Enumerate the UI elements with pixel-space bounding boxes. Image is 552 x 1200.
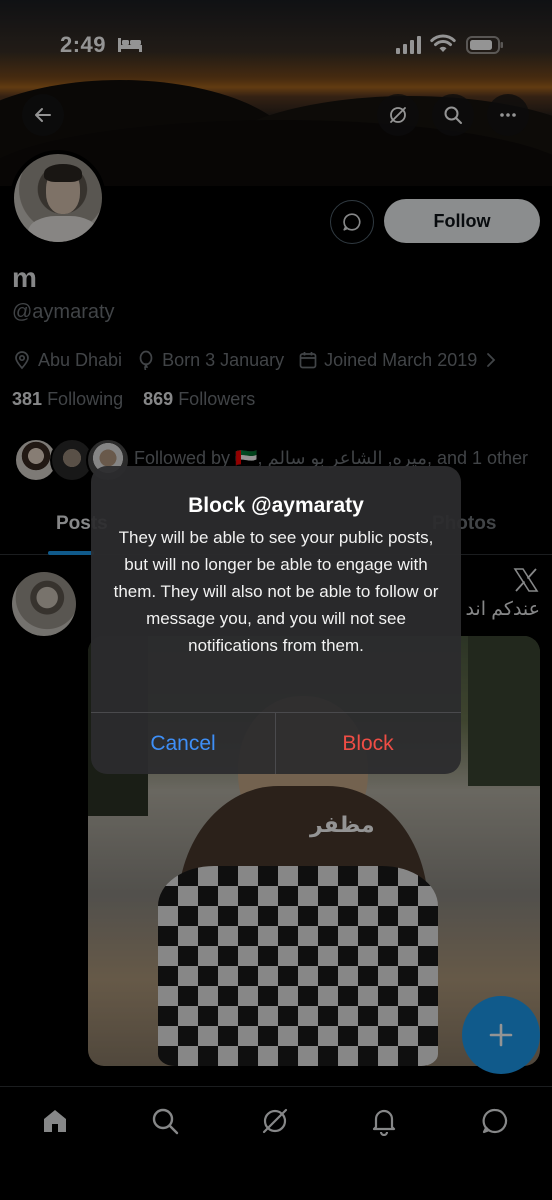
block-dialog: Block @aymaraty They will be able to see… xyxy=(91,466,461,774)
cancel-button[interactable]: Cancel xyxy=(91,713,275,774)
block-button[interactable]: Block xyxy=(276,713,460,774)
dialog-message: They will be able to see your public pos… xyxy=(113,528,439,655)
dialog-title: Block @aymaraty xyxy=(188,494,364,517)
